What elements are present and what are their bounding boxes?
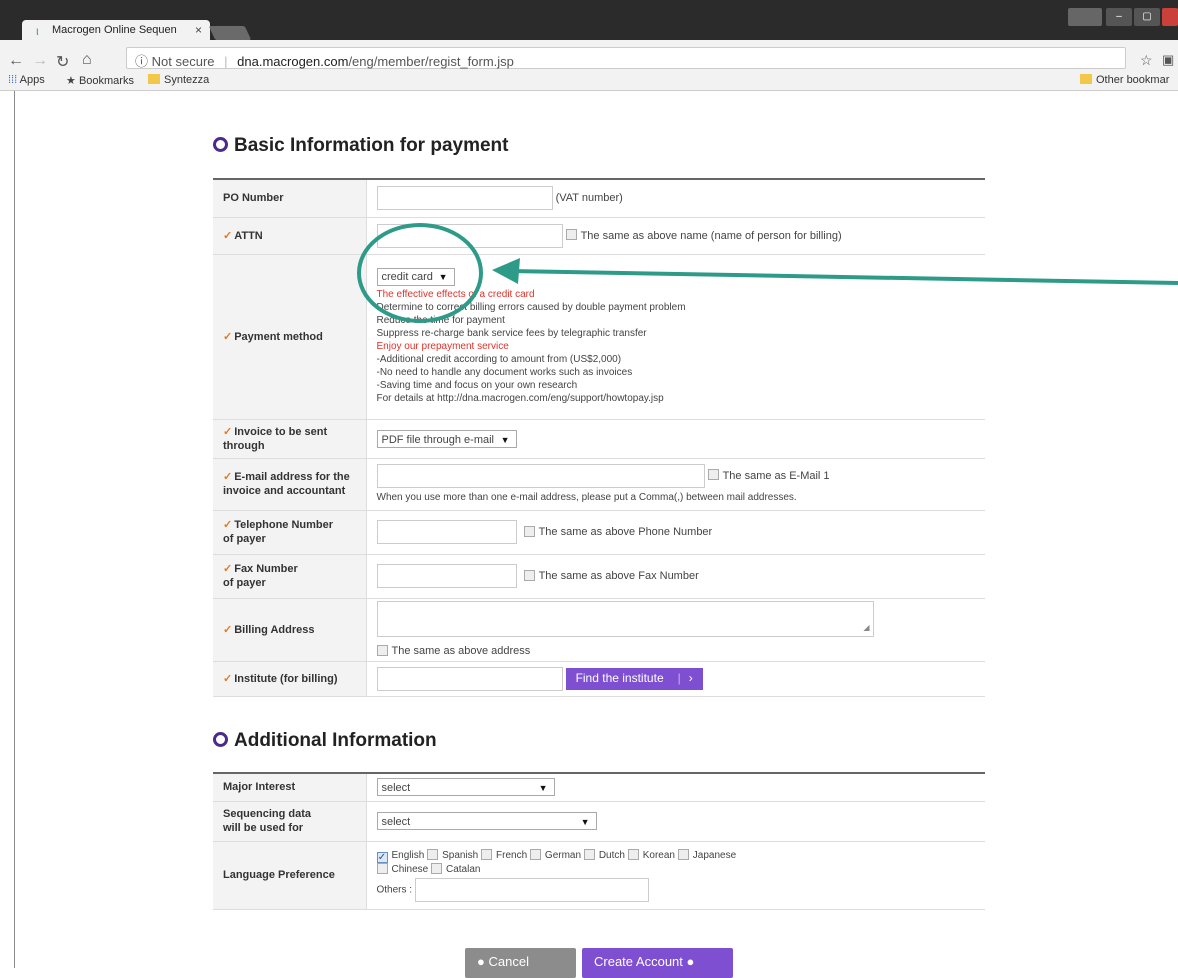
sequencing-use-label: Sequencing data will be used for: [213, 801, 367, 842]
sequencing-use-select[interactable]: select ▼: [376, 812, 597, 830]
annotation-arrowhead: [492, 258, 520, 284]
annotation-arrow-line: [509, 269, 1178, 285]
additional-section-title: Additional Information: [213, 730, 437, 752]
create-account-button[interactable]: Create Account ●: [582, 948, 733, 978]
lang-english-checkbox[interactable]: [376, 851, 388, 863]
lang-french-checkbox[interactable]: [481, 848, 493, 860]
create-icon: ●: [686, 954, 695, 969]
lang-catalan-checkbox[interactable]: [430, 862, 442, 874]
others-label: Others :: [376, 884, 413, 896]
lang-japanese-checkbox[interactable]: [677, 848, 689, 860]
section-ring-icon: [213, 732, 228, 747]
lang-spanish-checkbox[interactable]: [427, 848, 439, 860]
major-interest-select[interactable]: select ▼: [376, 778, 555, 797]
highlight-circle: [357, 223, 483, 323]
major-interest-label: Major Interest: [213, 772, 367, 802]
cancel-icon: ●: [477, 954, 485, 969]
others-input[interactable]: [414, 877, 649, 902]
lang-chinese-checkbox[interactable]: [376, 862, 388, 874]
language-preference-label: Language Preference: [213, 841, 367, 910]
lang-dutch-checkbox[interactable]: [583, 848, 595, 860]
cancel-button[interactable]: ● Cancel: [465, 948, 576, 978]
lang-korean-checkbox[interactable]: [627, 848, 639, 860]
additional-form-table: Major Interest select ▼ Sequencing data wi…: [213, 772, 985, 910]
lang-german-checkbox[interactable]: [529, 848, 541, 860]
